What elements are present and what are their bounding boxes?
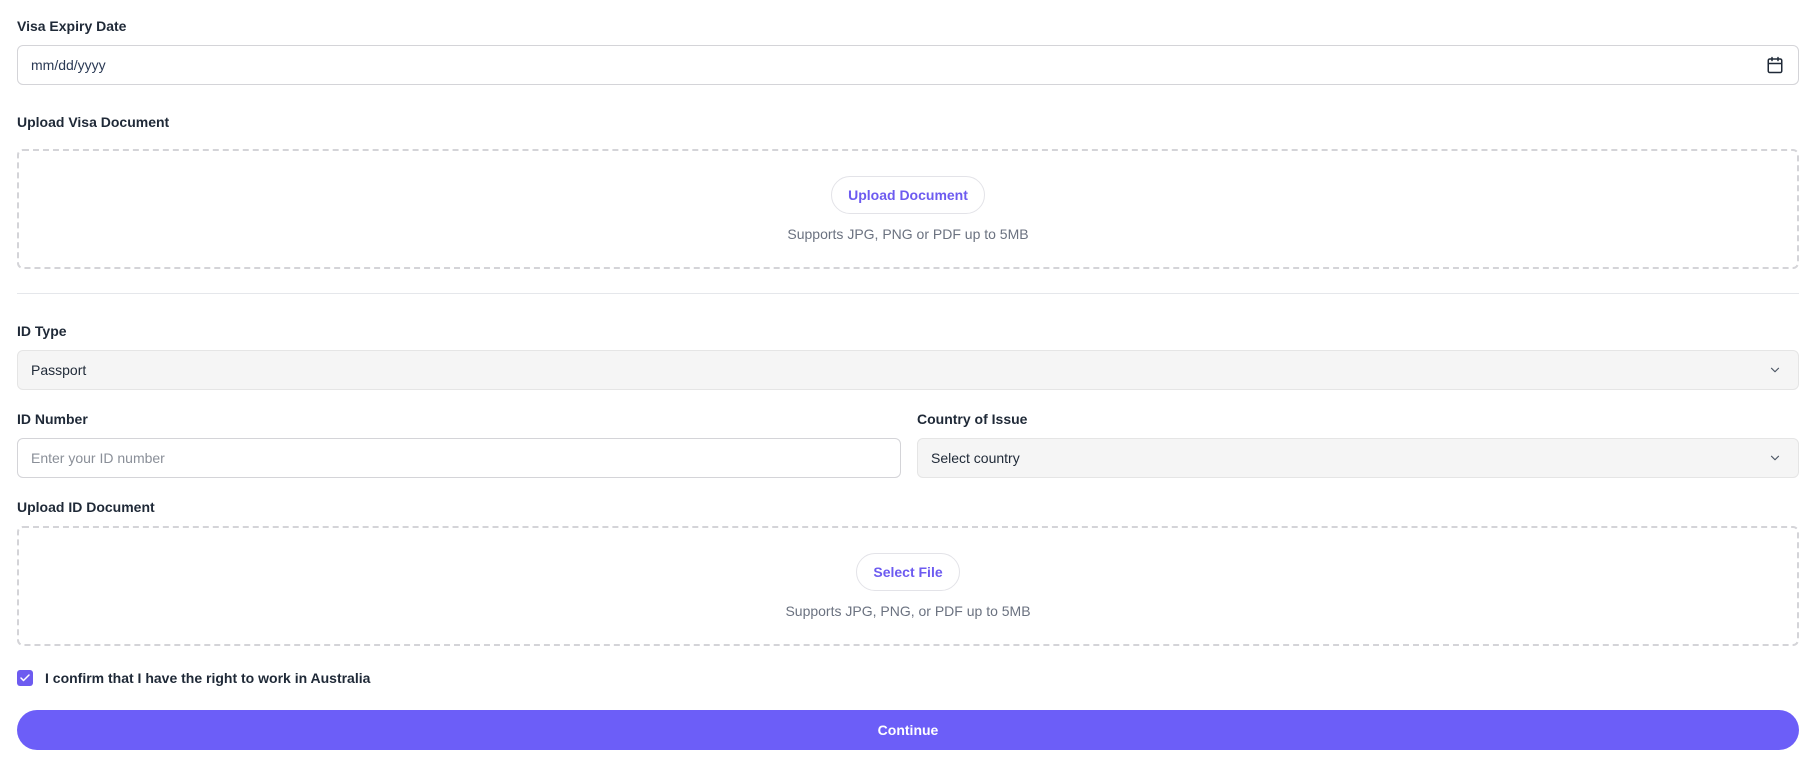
visa-expiry-date-input[interactable]: mm/dd/yyyy [17, 45, 1799, 85]
check-icon [20, 674, 30, 682]
id-upload-hint: Supports JPG, PNG, or PDF up to 5MB [785, 603, 1031, 619]
right-to-work-checkbox[interactable] [17, 670, 33, 686]
id-number-label: ID Number [17, 411, 88, 427]
visa-id-form: Visa Expiry Date mm/dd/yyyy Upload Visa … [0, 0, 1816, 760]
visa-document-dropzone[interactable]: Upload Document Supports JPG, PNG or PDF… [17, 149, 1799, 269]
id-type-select[interactable]: Passport [17, 350, 1799, 390]
right-to-work-label[interactable]: I confirm that I have the right to work … [45, 670, 370, 687]
visa-upload-hint: Supports JPG, PNG or PDF up to 5MB [787, 226, 1029, 242]
visa-expiry-placeholder: mm/dd/yyyy [31, 57, 106, 73]
upload-id-label: Upload ID Document [17, 499, 155, 515]
id-type-label: ID Type [17, 323, 67, 339]
chevron-down-icon [1765, 360, 1785, 380]
section-divider [17, 293, 1799, 294]
id-number-placeholder: Enter your ID number [31, 450, 165, 466]
visa-expiry-label: Visa Expiry Date [17, 18, 127, 34]
calendar-icon[interactable] [1765, 55, 1785, 75]
country-of-issue-label: Country of Issue [917, 411, 1028, 427]
id-document-dropzone[interactable]: Select File Supports JPG, PNG, or PDF up… [17, 526, 1799, 646]
upload-document-button[interactable]: Upload Document [831, 176, 985, 214]
id-type-selected: Passport [31, 362, 87, 378]
id-number-input[interactable]: Enter your ID number [17, 438, 901, 478]
continue-button[interactable]: Continue [17, 710, 1799, 750]
country-selected: Select country [931, 450, 1020, 466]
country-of-issue-select[interactable]: Select country [917, 438, 1799, 478]
select-file-button[interactable]: Select File [856, 553, 960, 591]
chevron-down-icon [1765, 448, 1785, 468]
upload-visa-label: Upload Visa Document [17, 114, 170, 130]
